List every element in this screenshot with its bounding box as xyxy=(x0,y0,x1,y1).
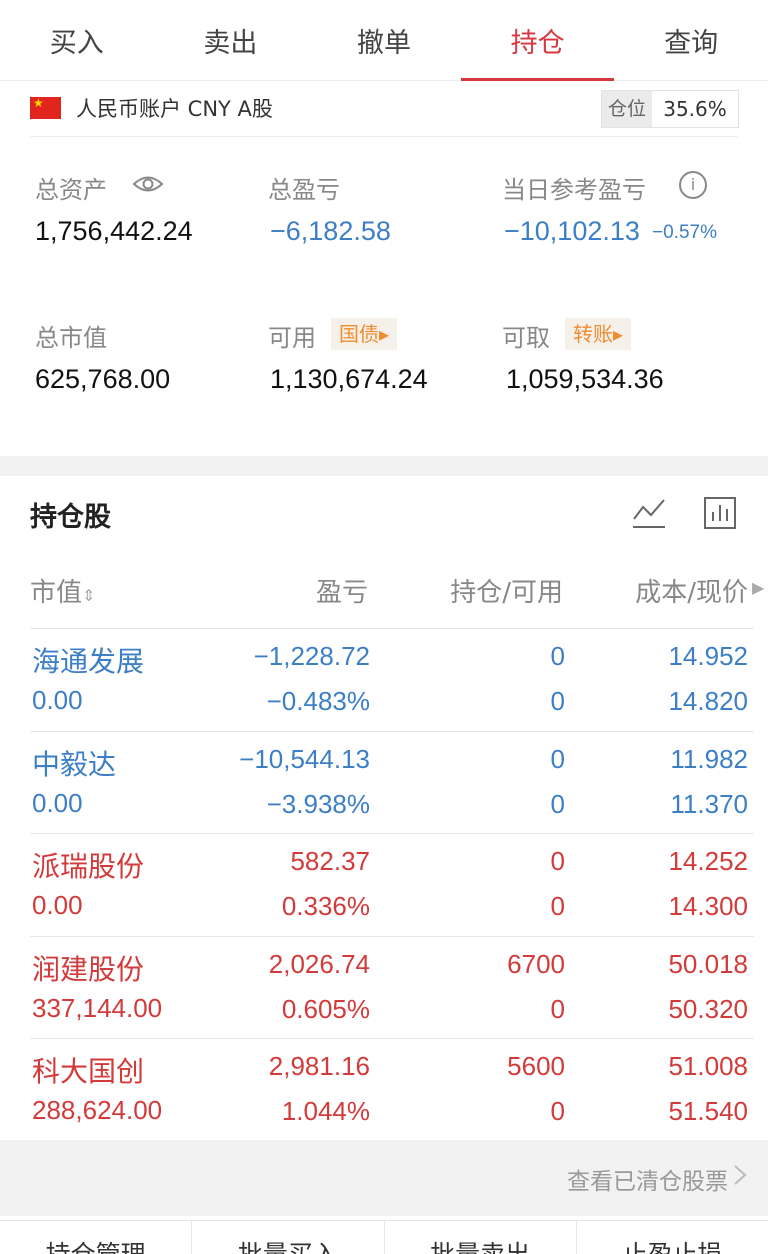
section-gap xyxy=(0,456,768,476)
position-value: 35.6% xyxy=(652,91,738,127)
stock-available: 0 xyxy=(550,1096,565,1126)
stock-cost: 50.018 xyxy=(668,948,748,979)
stock-market-value: 288,624.00 xyxy=(32,1095,163,1125)
bar-chart-icon[interactable] xyxy=(702,495,738,531)
stock-price: 11.370 xyxy=(670,788,748,819)
tab-cancel[interactable]: 撤单 xyxy=(307,0,461,80)
take-profit-stop-loss-button[interactable]: 止盈止损 xyxy=(577,1221,768,1254)
total-assets-label: 总资产 xyxy=(35,176,107,204)
stock-name: 科大国创 xyxy=(32,1055,145,1088)
stock-pl-percent: 0.336% xyxy=(281,891,370,921)
tab-query[interactable]: 查询 xyxy=(614,0,768,80)
withdrawable-label: 可取 xyxy=(502,324,550,352)
stock-qty: 0 xyxy=(550,743,565,774)
stock-pl: −1,228.72 xyxy=(253,641,370,671)
tab-buy[interactable]: 买入 xyxy=(0,0,154,80)
treasury-tag[interactable]: 国债▸ xyxy=(331,318,398,350)
stock-price: 14.300 xyxy=(668,891,748,921)
stock-qty: 0 xyxy=(550,641,565,671)
stock-market-value: 0.00 xyxy=(32,685,83,715)
batch-buy-button[interactable]: 批量买入 xyxy=(192,1221,385,1254)
china-flag-icon: ★ xyxy=(30,96,61,119)
chevron-right-icon xyxy=(734,1165,747,1185)
sort-icon: ⇕ xyxy=(82,586,96,605)
stock-market-value: 0.00 xyxy=(32,890,83,920)
table-row[interactable]: 中毅达 0.00 −10,544.13 −3.938% 0 0 11.982 11.370 xyxy=(0,731,768,834)
stock-pl: 2,981.16 xyxy=(268,1051,370,1081)
eye-icon[interactable] xyxy=(132,173,164,195)
header-market-value[interactable]: 市值⇕ xyxy=(30,572,95,609)
stock-name: 派瑞股份 xyxy=(32,850,145,883)
stock-pl-percent: 0.605% xyxy=(281,993,370,1024)
table-row[interactable]: 科大国创 288,624.00 2,981.16 1.044% 5600 0 51.008 5… xyxy=(0,1038,768,1141)
scroll-right-icon[interactable]: ▶ xyxy=(752,578,764,597)
table-row[interactable]: 润建股份 337,144.00 2,026.74 0.605% 6700 0 50.018 5… xyxy=(0,936,768,1039)
stock-cost: 14.252 xyxy=(668,846,748,876)
header-qty: 持仓/可用 xyxy=(450,578,563,608)
stock-pl-percent: −0.483% xyxy=(266,686,370,716)
stock-available: 0 xyxy=(550,891,565,921)
daily-pl-percent: −0.57% xyxy=(652,222,717,243)
stock-price: 50.320 xyxy=(668,993,748,1024)
cleared-stocks-link[interactable]: 查看已清仓股票 xyxy=(567,1162,728,1196)
divider xyxy=(30,136,738,137)
stock-name: 润建股份 xyxy=(32,952,145,986)
stock-market-value: 0.00 xyxy=(32,787,83,818)
stock-qty: 6700 xyxy=(507,948,565,979)
table-row[interactable]: 派瑞股份 0.00 582.37 0.336% 0 0 14.252 14.300 xyxy=(0,833,768,936)
header-cost: 成本/现价 xyxy=(635,578,748,608)
stock-available: 0 xyxy=(550,686,565,716)
withdrawable-value: 1,059,534.36 xyxy=(506,364,664,394)
position-label: 仓位 xyxy=(602,91,652,127)
position-ratio: 仓位 35.6% xyxy=(601,90,739,128)
market-value: 625,768.00 xyxy=(35,364,171,394)
available-label: 可用 xyxy=(268,324,316,352)
stock-price: 14.820 xyxy=(668,686,748,716)
account-row[interactable]: ★ 人民币账户 CNY A股 仓位 35.6% xyxy=(0,82,768,136)
transfer-tag[interactable]: 转账▸ xyxy=(565,318,632,350)
account-name: 人民币账户 CNY A股 xyxy=(76,97,273,121)
stock-cost: 14.952 xyxy=(668,641,748,671)
line-chart-icon[interactable] xyxy=(631,495,667,531)
top-tabs: 买入 卖出 撤单 持仓 查询 xyxy=(0,0,768,81)
tab-sell[interactable]: 卖出 xyxy=(154,0,308,80)
stock-cost: 51.008 xyxy=(668,1051,748,1081)
total-pl-label: 总盈亏 xyxy=(268,176,340,204)
stock-cost: 11.982 xyxy=(670,743,748,774)
info-icon[interactable]: i xyxy=(679,171,707,199)
available-value: 1,130,674.24 xyxy=(270,364,428,394)
stock-available: 0 xyxy=(550,993,565,1024)
daily-pl-value: −10,102.13 xyxy=(504,216,640,246)
bottom-actions: 持仓管理 批量买入 批量卖出 止盈止损 xyxy=(0,1220,768,1254)
manage-holdings-button[interactable]: 持仓管理 xyxy=(0,1221,193,1254)
stock-pl-percent: −3.938% xyxy=(266,788,370,819)
total-assets-value: 1,756,442.24 xyxy=(35,216,193,246)
stock-qty: 0 xyxy=(550,846,565,876)
daily-pl-label: 当日参考盈亏 xyxy=(502,176,646,204)
stock-available: 0 xyxy=(550,788,565,819)
table-row[interactable]: 海通发展 0.00 −1,228.72 −0.483% 0 0 14.952 14.820 xyxy=(0,628,768,731)
stock-qty: 5600 xyxy=(507,1051,565,1081)
market-value-label: 总市值 xyxy=(35,324,107,352)
stock-pl: 582.37 xyxy=(290,846,370,876)
stock-price: 51.540 xyxy=(668,1096,748,1126)
batch-sell-button[interactable]: 批量卖出 xyxy=(385,1221,577,1254)
stock-market-value: 337,144.00 xyxy=(32,992,163,1023)
header-pl: 盈亏 xyxy=(315,578,368,608)
holdings-title: 持仓股 xyxy=(30,502,111,533)
stock-pl: 2,026.74 xyxy=(268,948,370,979)
stock-pl-percent: 1.044% xyxy=(281,1096,370,1126)
total-pl-value: −6,182.58 xyxy=(270,216,391,246)
stock-pl: −10,544.13 xyxy=(239,743,370,774)
stock-name: 中毅达 xyxy=(32,747,117,781)
tab-holdings[interactable]: 持仓 xyxy=(460,0,615,81)
stock-name: 海通发展 xyxy=(32,645,145,678)
